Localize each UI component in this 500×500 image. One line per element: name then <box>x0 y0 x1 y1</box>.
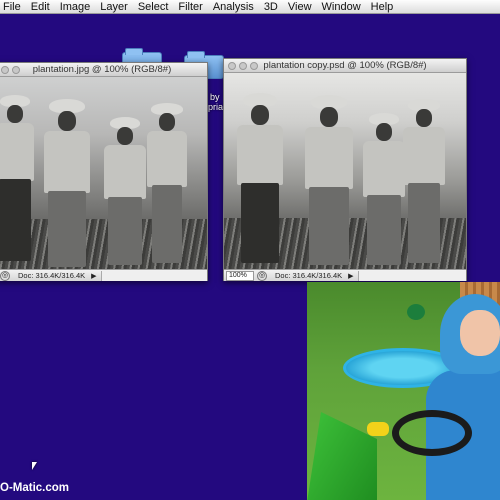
image-canvas[interactable] <box>0 77 207 269</box>
webcam-video-overlay <box>307 282 500 500</box>
document-window-right[interactable]: plantation copy.psd @ 100% (RGB/8#) 100%… <box>223 58 467 281</box>
person-figure <box>145 103 189 265</box>
person-figure <box>234 93 286 265</box>
menu-layer[interactable]: Layer <box>95 0 133 14</box>
green-ball <box>407 304 425 320</box>
document-window-left[interactable]: plantation.jpg @ 100% (RGB/8#) ◎ Doc: 31… <box>0 62 208 281</box>
document-size: Doc: 316.4K/316.4K <box>18 271 86 280</box>
person-figure <box>400 99 448 265</box>
window-statusbar: ◎ Doc: 316.4K/316.4K ▶ <box>0 269 207 281</box>
menu-image[interactable]: Image <box>55 0 96 14</box>
status-menu-arrow-icon[interactable]: ▶ <box>91 272 96 280</box>
person-figure <box>0 95 37 265</box>
window-statusbar: 100% ◎ Doc: 316.4K/316.4K ▶ <box>224 269 466 281</box>
person-figure <box>101 117 149 267</box>
menu-window[interactable]: Window <box>317 0 366 14</box>
image-canvas[interactable] <box>224 73 466 269</box>
menu-edit[interactable]: Edit <box>26 0 55 14</box>
menu-analysis[interactable]: Analysis <box>208 0 259 14</box>
window-title: plantation copy.psd @ 100% (RGB/8#) <box>263 60 427 71</box>
menu-select[interactable]: Select <box>133 0 174 14</box>
steering-wheel <box>392 410 472 456</box>
zoom-icon[interactable]: ◎ <box>0 270 10 281</box>
menu-help[interactable]: Help <box>366 0 399 14</box>
child-face <box>460 310 500 356</box>
horizontal-scrollbar[interactable] <box>357 270 466 281</box>
desktop-label: by <box>210 92 220 102</box>
document-size: Doc: 316.4K/316.4K <box>275 271 343 280</box>
menu-file[interactable]: File <box>0 0 26 14</box>
window-titlebar[interactable]: plantation copy.psd @ 100% (RGB/8#) <box>224 59 466 73</box>
menu-view[interactable]: View <box>283 0 317 14</box>
person-figure <box>302 95 356 267</box>
desktop-label: pria <box>208 102 224 112</box>
menu-3d[interactable]: 3D <box>259 0 283 14</box>
zoom-level-field[interactable]: 100% <box>226 270 254 281</box>
zoom-icon[interactable]: ◎ <box>257 270 267 281</box>
horizontal-scrollbar[interactable] <box>100 270 207 281</box>
window-titlebar[interactable]: plantation.jpg @ 100% (RGB/8#) <box>0 63 207 77</box>
menu-filter[interactable]: Filter <box>173 0 207 14</box>
yellow-toy-part <box>367 422 389 436</box>
status-menu-arrow-icon[interactable]: ▶ <box>348 272 353 280</box>
window-title: plantation.jpg @ 100% (RGB/8#) <box>32 64 172 75</box>
watermark-text: O-Matic.com <box>0 482 70 494</box>
menu-bar: File Edit Image Layer Select Filter Anal… <box>0 0 500 14</box>
mouse-cursor-icon <box>32 462 37 470</box>
person-figure <box>41 99 93 269</box>
